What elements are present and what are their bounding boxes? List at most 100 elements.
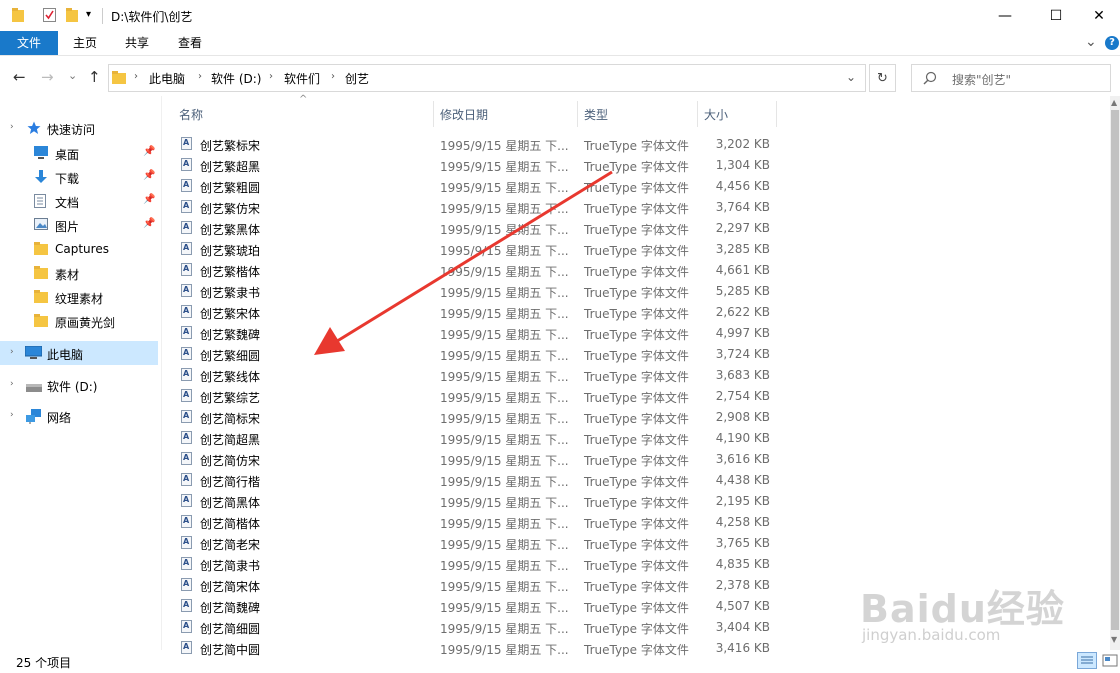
nav-quick-access[interactable]: 快速访问 [47,121,95,138]
file-row[interactable]: A 创艺繁超黑 1995/9/15 星期五 下... TrueType 字体文件 1,3… [172,155,782,176]
details-view-button[interactable] [1077,652,1097,669]
file-date: 1995/9/15 星期五 下... [440,412,569,426]
nav-drive-label[interactable]: 软件 (D:) [47,378,97,395]
nav-item-documents[interactable]: 文档 📌 [0,190,158,212]
breadcrumb-drive[interactable]: 软件 (D:) [211,70,261,87]
file-type: TrueType 字体文件 [584,202,689,216]
file-row[interactable]: A 创艺简行楷 1995/9/15 星期五 下... TrueType 字体文件 4,4… [172,470,782,491]
file-row[interactable]: A 创艺简宋体 1995/9/15 星期五 下... TrueType 字体文件 2,3… [172,575,782,596]
column-separator[interactable] [433,101,434,127]
file-date: 1995/9/15 星期五 下... [440,622,569,636]
expand-network-icon[interactable]: › [10,410,14,420]
file-date: 1995/9/15 星期五 下... [440,328,569,342]
maximize-button[interactable]: ☐ [1033,0,1079,31]
file-row[interactable]: A 创艺简标宋 1995/9/15 星期五 下... TrueType 字体文件 2,9… [172,407,782,428]
file-row[interactable]: A 创艺简超黑 1995/9/15 星期五 下... TrueType 字体文件 4,1… [172,428,782,449]
close-button[interactable]: ✕ [1076,0,1120,31]
file-row[interactable]: A 创艺简仿宋 1995/9/15 星期五 下... TrueType 字体文件 3,6… [172,449,782,470]
nav-item-captures[interactable]: Captures [0,238,158,260]
file-row[interactable]: A 创艺简魏碑 1995/9/15 星期五 下... TrueType 字体文件 4,5… [172,596,782,617]
ribbon-expand-icon[interactable]: ⌄ [1085,34,1097,50]
tab-file[interactable]: 文件 [0,31,58,55]
file-type: TrueType 字体文件 [584,559,689,573]
file-row[interactable]: A 创艺繁细圆 1995/9/15 星期五 下... TrueType 字体文件 3,7… [172,344,782,365]
tab-share[interactable]: 共享 [114,31,160,55]
file-type: TrueType 字体文件 [584,391,689,405]
address-history-dropdown[interactable]: ⌄ [846,70,856,84]
watermark-url: jingyan.baidu.com [862,626,1001,644]
file-row[interactable]: A 创艺繁综艺 1995/9/15 星期五 下... TrueType 字体文件 2,7… [172,386,782,407]
file-row[interactable]: A 创艺繁琥珀 1995/9/15 星期五 下... TrueType 字体文件 3,2… [172,239,782,260]
help-icon[interactable]: ? [1105,36,1119,50]
drive-icon[interactable] [26,381,42,392]
nav-item-desktop[interactable]: 桌面 📌 [0,142,158,164]
scroll-down-icon[interactable]: ▼ [1111,635,1117,644]
file-date: 1995/9/15 星期五 下... [440,391,569,405]
nav-item-texture[interactable]: 纹理素材 [0,286,158,308]
nav-network-label[interactable]: 网络 [47,409,71,426]
file-date: 1995/9/15 星期五 下... [440,496,569,510]
nav-item-pictures[interactable]: 图片 📌 [0,214,158,236]
file-date: 1995/9/15 星期五 下... [440,265,569,279]
file-row[interactable]: A 创艺简黑体 1995/9/15 星期五 下... TrueType 字体文件 2,1… [172,491,782,512]
file-name: 创艺简标宋 [200,412,261,426]
file-row[interactable]: A 创艺繁魏碑 1995/9/15 星期五 下... TrueType 字体文件 4,9… [172,323,782,344]
scrollbar-thumb[interactable] [1111,110,1119,630]
recent-locations-dropdown[interactable]: ⌄ [68,69,77,82]
large-icons-view-button[interactable] [1101,653,1119,668]
quick-access-folder-icon[interactable] [12,8,24,22]
column-header-type[interactable]: 类型 [584,106,608,123]
truetype-font-icon: A [181,305,192,318]
file-row[interactable]: A 创艺简隶书 1995/9/15 星期五 下... TrueType 字体文件 4,8… [172,554,782,575]
breadcrumb-this-pc[interactable]: 此电脑 [149,70,185,87]
column-separator[interactable] [776,101,777,127]
nav-item-sucai[interactable]: 素材 [0,262,158,284]
refresh-button[interactable]: ↻ [869,64,896,92]
file-row[interactable]: A 创艺繁黑体 1995/9/15 星期五 下... TrueType 字体文件 2,2… [172,218,782,239]
file-name: 创艺繁楷体 [200,265,261,279]
file-row[interactable]: A 创艺繁宋体 1995/9/15 星期五 下... TrueType 字体文件 2,6… [172,302,782,323]
nav-label: Captures [55,242,109,256]
column-header-size[interactable]: 大小 [704,106,728,123]
expand-drive-icon[interactable]: › [10,379,14,389]
scroll-up-icon[interactable]: ▲ [1111,98,1117,107]
breadcrumb-folder-software[interactable]: 软件们 [284,70,320,87]
file-row[interactable]: A 创艺简细圆 1995/9/15 星期五 下... TrueType 字体文件 3,4… [172,617,782,638]
file-row[interactable]: A 创艺繁粗圆 1995/9/15 星期五 下... TrueType 字体文件 4,4… [172,176,782,197]
breadcrumb-folder-chuangyi[interactable]: 创艺 [345,70,369,87]
network-icon[interactable] [26,409,42,424]
nav-item-downloads[interactable]: 下载 📌 [0,166,158,188]
download-icon [34,170,48,183]
file-row[interactable]: A 创艺繁仿宋 1995/9/15 星期五 下... TrueType 字体文件 3,7… [172,197,782,218]
new-folder-icon[interactable] [66,8,78,22]
up-button[interactable]: ↑ [88,68,101,86]
column-header-name[interactable]: 名称 [179,106,203,123]
customize-toolbar-icon[interactable]: ▾ [86,9,91,20]
column-header-date[interactable]: 修改日期 [440,106,488,123]
column-separator[interactable] [697,101,698,127]
file-row[interactable]: A 创艺简楷体 1995/9/15 星期五 下... TrueType 字体文件 4,2… [172,512,782,533]
tab-view[interactable]: 查看 [166,31,214,55]
file-type: TrueType 字体文件 [584,496,689,510]
file-row[interactable]: A 创艺繁隶书 1995/9/15 星期五 下... TrueType 字体文件 5,2… [172,281,782,302]
forward-button[interactable]: → [41,68,54,86]
truetype-font-icon: A [181,410,192,423]
file-type: TrueType 字体文件 [584,286,689,300]
file-row[interactable]: A 创艺繁线体 1995/9/15 星期五 下... TrueType 字体文件 3,6… [172,365,782,386]
properties-icon[interactable] [43,8,56,22]
file-row[interactable]: A 创艺简老宋 1995/9/15 星期五 下... TrueType 字体文件 3,7… [172,533,782,554]
column-separator[interactable] [577,101,578,127]
minimize-button[interactable]: — [982,0,1028,31]
expand-quick-access-icon[interactable]: › [10,122,14,132]
file-type: TrueType 字体文件 [584,601,689,615]
file-name: 创艺繁宋体 [200,307,261,321]
nav-label: 素材 [55,268,80,282]
expand-this-pc-icon[interactable]: › [10,347,14,357]
nav-item-yuanhua[interactable]: 原画黄光剑 [0,310,158,332]
file-row[interactable]: A 创艺繁楷体 1995/9/15 星期五 下... TrueType 字体文件 4,6… [172,260,782,281]
pane-divider[interactable] [161,96,162,650]
tab-home[interactable]: 主页 [62,31,108,55]
file-row[interactable]: A 创艺繁标宋 1995/9/15 星期五 下... TrueType 字体文件 3,2… [172,134,782,155]
back-button[interactable]: ← [13,68,26,86]
file-size: 2,378 KB [715,578,770,592]
